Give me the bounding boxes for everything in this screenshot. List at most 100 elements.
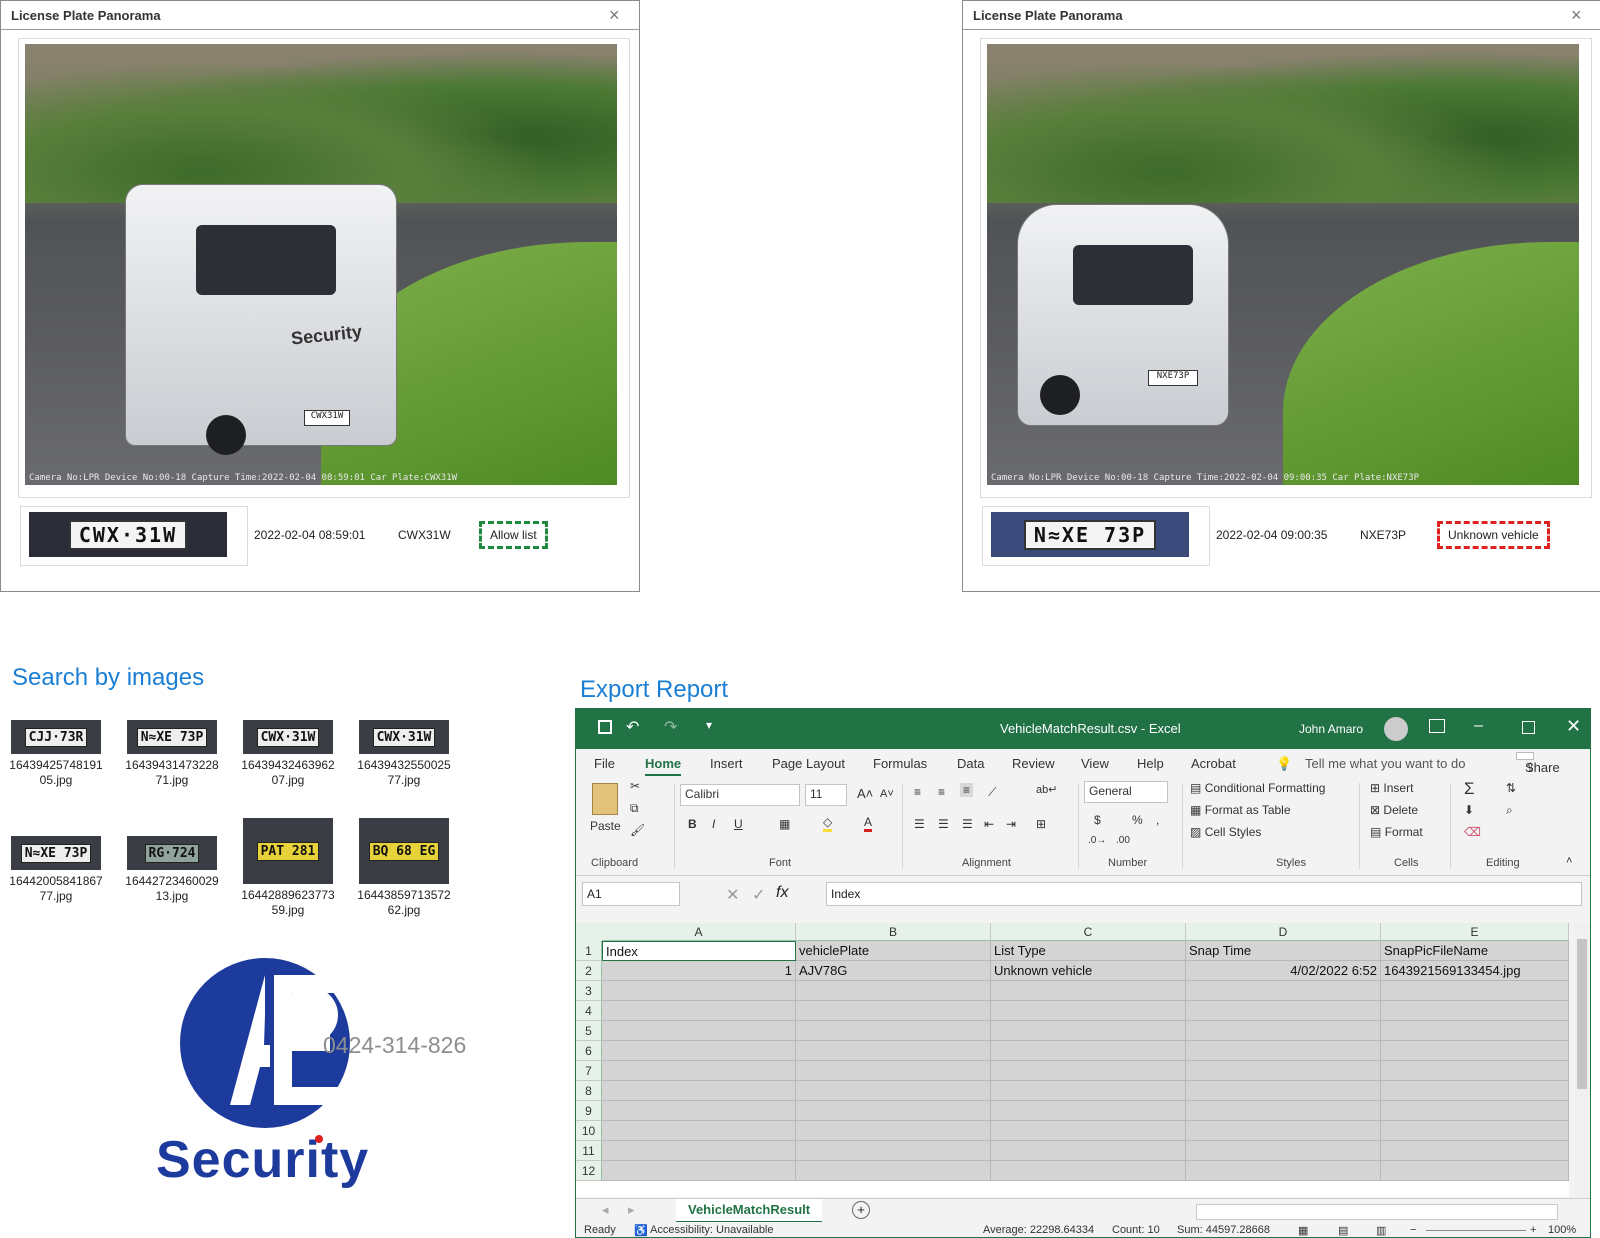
accessibility-status[interactable]: Accessibility: Unavailable: [650, 1224, 774, 1236]
paste-icon[interactable]: [592, 783, 618, 815]
row-header[interactable]: 1: [576, 941, 602, 961]
thumbnail-image[interactable]: PAT 281: [243, 818, 333, 884]
table-cell[interactable]: [1186, 1141, 1381, 1161]
table-cell[interactable]: [991, 1001, 1186, 1021]
table-cell[interactable]: [602, 1141, 796, 1161]
table-cell[interactable]: [1186, 1001, 1381, 1021]
table-cell[interactable]: [1381, 1021, 1569, 1041]
table-cell[interactable]: [602, 1021, 796, 1041]
tab-insert[interactable]: Insert: [710, 756, 743, 771]
table-cell[interactable]: List Type: [991, 941, 1186, 961]
table-cell[interactable]: [1186, 981, 1381, 1001]
table-cell[interactable]: [796, 1101, 991, 1121]
thumbnail-image[interactable]: BQ 68 EG: [359, 818, 449, 884]
next-sheet-icon[interactable]: ▸: [628, 1202, 635, 1218]
table-cell[interactable]: Snap Time: [1186, 941, 1381, 961]
fill-color-icon[interactable]: ◇: [823, 815, 833, 832]
increase-indent-icon[interactable]: ⇥: [1006, 817, 1016, 831]
format-painter-icon[interactable]: 🖌: [630, 823, 645, 837]
percent-icon[interactable]: %: [1132, 813, 1143, 827]
table-cell[interactable]: [796, 1121, 991, 1141]
image-thumbnail[interactable]: N≈XE 73P 1644200584186777.jpg: [6, 836, 106, 904]
vertical-scrollbar[interactable]: [1575, 923, 1589, 1197]
quick-access-dropdown-icon[interactable]: ▾: [706, 718, 712, 732]
row-header[interactable]: 6: [576, 1041, 602, 1061]
table-cell[interactable]: [991, 1061, 1186, 1081]
table-cell[interactable]: [1186, 1101, 1381, 1121]
table-cell[interactable]: [1381, 1141, 1569, 1161]
borders-icon[interactable]: ▦: [779, 817, 790, 831]
tab-file[interactable]: File: [594, 756, 615, 771]
table-cell[interactable]: [1381, 1121, 1569, 1141]
row-header[interactable]: 9: [576, 1101, 602, 1121]
table-cell[interactable]: [991, 1161, 1186, 1181]
comma-icon[interactable]: ,: [1156, 813, 1159, 827]
table-cell[interactable]: [796, 1061, 991, 1081]
undo-icon[interactable]: ↶: [626, 717, 639, 737]
decrease-font-icon[interactable]: A˅: [880, 788, 894, 800]
table-cell[interactable]: [1381, 1001, 1569, 1021]
table-cell[interactable]: 4/02/2022 6:52: [1186, 961, 1381, 981]
table-cell[interactable]: [991, 1121, 1186, 1141]
merge-center-icon[interactable]: ⊞: [1036, 817, 1046, 831]
tab-formulas[interactable]: Formulas: [873, 756, 927, 771]
find-select-icon[interactable]: ⌕: [1506, 803, 1513, 818]
paste-button[interactable]: Paste: [590, 819, 621, 833]
table-cell[interactable]: vehiclePlate: [796, 941, 991, 961]
image-thumbnail[interactable]: RG·724 1644272346002913.jpg: [122, 836, 222, 904]
avatar[interactable]: [1384, 717, 1408, 741]
table-cell[interactable]: [1381, 1041, 1569, 1061]
table-cell[interactable]: [602, 1001, 796, 1021]
zoom-slider[interactable]: [1426, 1230, 1526, 1231]
zoom-in-icon[interactable]: +: [1530, 1224, 1536, 1236]
row-header[interactable]: 3: [576, 981, 602, 1001]
name-box[interactable]: A1: [582, 882, 680, 906]
tell-me-search[interactable]: Tell me what you want to do: [1305, 756, 1465, 771]
close-icon[interactable]: ✕: [1566, 716, 1581, 737]
thumbnail-image[interactable]: RG·724: [127, 836, 217, 870]
table-cell[interactable]: [1186, 1061, 1381, 1081]
scroll-thumb[interactable]: [1577, 939, 1587, 1089]
table-cell[interactable]: 1643921569133454.jpg: [1381, 961, 1569, 981]
table-cell[interactable]: [796, 1141, 991, 1161]
plate-crop-image[interactable]: CWX·31W: [29, 512, 227, 557]
insert-function-icon[interactable]: fx: [776, 884, 788, 902]
tab-acrobat[interactable]: Acrobat: [1191, 756, 1236, 771]
table-cell[interactable]: [602, 1121, 796, 1141]
zoom-level[interactable]: 100%: [1548, 1224, 1576, 1236]
table-cell[interactable]: Unknown vehicle: [991, 961, 1186, 981]
font-name-select[interactable]: Calibri: [680, 784, 800, 806]
tab-view[interactable]: View: [1081, 756, 1109, 771]
align-right-icon[interactable]: ☰: [962, 817, 973, 831]
decrease-indent-icon[interactable]: ⇤: [984, 817, 994, 831]
delete-cells-button[interactable]: ⊠ Delete: [1370, 803, 1418, 817]
horizontal-scrollbar[interactable]: [1196, 1204, 1558, 1220]
row-header[interactable]: 2: [576, 961, 602, 981]
table-cell[interactable]: [1381, 1081, 1569, 1101]
wrap-text-icon[interactable]: ab↵: [1036, 783, 1057, 796]
row-header[interactable]: 4: [576, 1001, 602, 1021]
copy-icon[interactable]: ⧉: [630, 801, 639, 816]
table-cell[interactable]: [1186, 1121, 1381, 1141]
panorama-photo[interactable]: NXE73P Camera No:LPR Device No:00-18 Cap…: [987, 44, 1579, 485]
tab-data[interactable]: Data: [957, 756, 984, 771]
table-cell[interactable]: [1186, 1161, 1381, 1181]
close-icon[interactable]: ×: [609, 5, 620, 26]
clear-icon[interactable]: ⌫: [1464, 825, 1481, 839]
align-left-icon[interactable]: ☰: [914, 817, 925, 831]
image-thumbnail[interactable]: PAT 281 1644288962377359.jpg: [238, 818, 338, 918]
save-icon[interactable]: [598, 720, 612, 734]
collapse-ribbon-icon[interactable]: ˄: [1566, 855, 1572, 867]
table-cell[interactable]: [796, 1041, 991, 1061]
tab-page-layout[interactable]: Page Layout: [772, 756, 845, 771]
ribbon-display-options-icon[interactable]: [1429, 719, 1445, 733]
conditional-formatting-button[interactable]: ▤ Conditional Formatting: [1190, 781, 1325, 795]
table-cell[interactable]: [602, 981, 796, 1001]
select-all-corner[interactable]: [576, 923, 602, 941]
table-cell[interactable]: [602, 1061, 796, 1081]
table-cell[interactable]: [991, 1101, 1186, 1121]
image-thumbnail[interactable]: CJJ·73R 1643942574819105.jpg: [6, 720, 106, 788]
row-header[interactable]: 10: [576, 1121, 602, 1141]
column-header[interactable]: B: [796, 923, 991, 941]
table-cell[interactable]: [1381, 1101, 1569, 1121]
